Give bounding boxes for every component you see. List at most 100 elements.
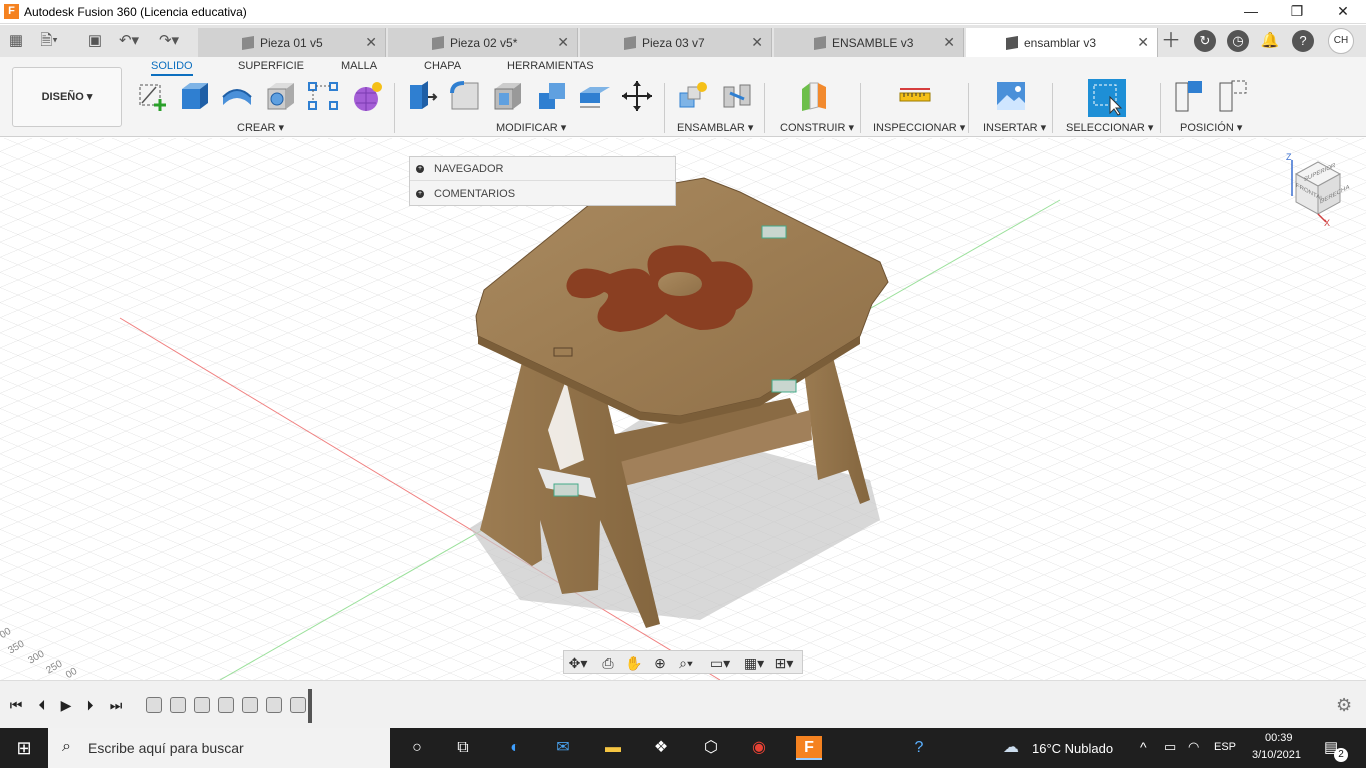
close-tab-icon[interactable]: ✕ (1137, 34, 1149, 51)
tab-ensamble[interactable]: ENSAMBLE v3 ✕ (774, 28, 964, 57)
group-inspeccionar[interactable]: INSPECCIONAR ▾ (873, 121, 965, 134)
offset-plane-icon[interactable] (796, 79, 830, 113)
fusion-taskbar-icon[interactable]: F (796, 736, 822, 760)
group-modificar[interactable]: MODIFICAR ▾ (496, 121, 566, 134)
joint-icon[interactable] (720, 79, 754, 113)
app-grid-icon[interactable]: ▦ (5, 31, 27, 51)
close-tab-icon[interactable]: ✕ (365, 34, 377, 51)
revert-position-icon[interactable] (1216, 79, 1250, 113)
measure-icon[interactable] (898, 79, 932, 113)
tab-pieza-02[interactable]: Pieza 02 v5* ✕ (388, 28, 578, 57)
offset-face-icon[interactable] (578, 79, 612, 113)
step-back-icon[interactable]: ⏴ (34, 695, 50, 715)
orbit-icon[interactable]: ✥▾ (566, 653, 590, 673)
tab-pieza-01[interactable]: Pieza 01 v5 ✕ (198, 28, 386, 57)
network-icon[interactable]: ▭ (1164, 739, 1176, 755)
weather-text[interactable]: 16°C Nublado (1032, 741, 1113, 756)
tab-pieza-03[interactable]: Pieza 03 v7 ✕ (580, 28, 772, 57)
close-tab-icon[interactable]: ✕ (557, 34, 569, 51)
expand-icon[interactable]: + (416, 165, 424, 173)
joint-glyph[interactable] (553, 483, 579, 497)
cortana-icon[interactable]: ○ (404, 736, 430, 760)
hole-icon[interactable] (264, 79, 298, 113)
timeline-marker[interactable] (308, 689, 312, 723)
timeline-settings-gear-icon[interactable]: ⚙ (1336, 695, 1352, 716)
close-tab-icon[interactable]: ✕ (943, 34, 955, 51)
go-to-end-icon[interactable]: ⏭ (108, 695, 124, 715)
extrude-icon[interactable] (178, 79, 212, 113)
close-window-button[interactable]: ✕ (1320, 0, 1366, 24)
undo-icon[interactable]: ↶▾ (118, 31, 140, 51)
pattern-icon[interactable] (306, 79, 340, 113)
job-status-icon[interactable]: ◷ (1227, 30, 1249, 52)
group-construir[interactable]: CONSTRUIR ▾ (780, 121, 854, 134)
language-indicator[interactable]: ESP (1214, 741, 1236, 753)
3d-viewport[interactable]: 00 350 300 250 00 Z X SUPERIOR FRONTAL D… (0, 138, 1366, 680)
insert-image-icon[interactable] (994, 79, 1028, 113)
file-menu-icon[interactable]: 🗎▾ (38, 31, 60, 51)
timeline-component-item[interactable] (170, 697, 186, 713)
zoom-icon[interactable]: ⊕ (648, 653, 672, 673)
new-tab-icon[interactable]: ＋ (1160, 31, 1182, 51)
timeline-component-item[interactable] (266, 697, 282, 713)
shell-icon[interactable] (491, 79, 525, 113)
redo-icon[interactable]: ↷▾ (158, 31, 180, 51)
restore-button[interactable]: ❐ (1274, 0, 1320, 24)
dropbox-icon[interactable]: ❖ (648, 736, 674, 760)
step-forward-icon[interactable]: ⏵ (82, 695, 98, 715)
file-explorer-icon[interactable]: ▬ (600, 736, 626, 760)
user-avatar[interactable]: CH (1328, 28, 1354, 54)
create-sketch-icon[interactable] (136, 79, 170, 113)
expand-icon[interactable]: + (416, 190, 424, 198)
help-tips-icon[interactable]: ? (906, 736, 932, 760)
capture-position-icon[interactable] (1172, 79, 1206, 113)
new-component-icon[interactable] (676, 79, 710, 113)
go-to-start-icon[interactable]: ⏮ (8, 695, 24, 715)
wifi-icon[interactable]: ◠ (1188, 739, 1199, 755)
timeline-joint-item[interactable] (290, 697, 306, 713)
mail-icon[interactable]: ✉ (550, 736, 576, 760)
tab-ensamblar-active[interactable]: ensamblar v3 ✕ (966, 28, 1158, 57)
tab-superficie[interactable]: SUPERFICIE (238, 60, 304, 72)
viewcube[interactable]: Z X SUPERIOR FRONTAL DERECHA (1282, 152, 1352, 232)
play-icon[interactable]: ▶ (58, 695, 74, 715)
close-tab-icon[interactable]: ✕ (751, 34, 763, 51)
group-posicion[interactable]: POSICIÓN ▾ (1180, 121, 1242, 134)
notifications-icon[interactable]: 🔔 (1259, 31, 1281, 51)
timeline-component-item[interactable] (218, 697, 234, 713)
navegador-row[interactable]: + NAVEGADOR (410, 157, 675, 181)
combine-icon[interactable] (535, 79, 569, 113)
look-at-icon[interactable]: ⎙ (596, 653, 620, 673)
group-crear[interactable]: CREAR ▾ (237, 121, 284, 134)
comentarios-row[interactable]: + COMENTARIOS (410, 182, 675, 206)
display-settings-icon[interactable]: ▭▾ (708, 653, 732, 673)
tab-malla[interactable]: MALLA (341, 60, 377, 72)
save-icon[interactable]: ▣ (84, 31, 106, 51)
move-copy-icon[interactable] (620, 79, 654, 113)
clock-date[interactable]: 3/10/2021 (1252, 749, 1301, 761)
viewports-icon[interactable]: ⊞▾ (772, 653, 796, 673)
group-seleccionar[interactable]: SELECCIONAR ▾ (1066, 121, 1153, 134)
timeline-joint-item[interactable] (194, 697, 210, 713)
minimize-button[interactable]: — (1228, 0, 1274, 24)
fillet-icon[interactable] (448, 79, 482, 113)
timeline-joint-item[interactable] (242, 697, 258, 713)
windows-start-icon[interactable]: ⊞ (11, 736, 37, 760)
tab-herramientas[interactable]: HERRAMIENTAS (507, 60, 594, 72)
joint-glyph[interactable] (771, 379, 797, 393)
fit-icon[interactable]: ⌕▾ (674, 653, 698, 673)
select-window-icon[interactable] (1088, 79, 1126, 117)
edge-browser-icon[interactable]: ◐ (502, 736, 528, 760)
create-form-icon[interactable] (350, 79, 384, 113)
tab-solido[interactable]: SOLIDO (151, 60, 193, 76)
group-ensamblar[interactable]: ENSAMBLAR ▾ (677, 121, 753, 134)
timeline-component-item[interactable] (146, 697, 162, 713)
grid-settings-icon[interactable]: ▦▾ (742, 653, 766, 673)
show-hidden-icons-icon[interactable]: ^ (1140, 739, 1147, 755)
revolve-icon[interactable] (220, 79, 254, 113)
chrome-icon[interactable]: ◉ (746, 736, 772, 760)
clock-time[interactable]: 00:39 (1265, 732, 1293, 744)
press-pull-icon[interactable] (404, 79, 438, 113)
help-icon[interactable]: ? (1292, 30, 1314, 52)
workspace-switcher-button[interactable]: DISEÑO ▾ (12, 67, 122, 127)
